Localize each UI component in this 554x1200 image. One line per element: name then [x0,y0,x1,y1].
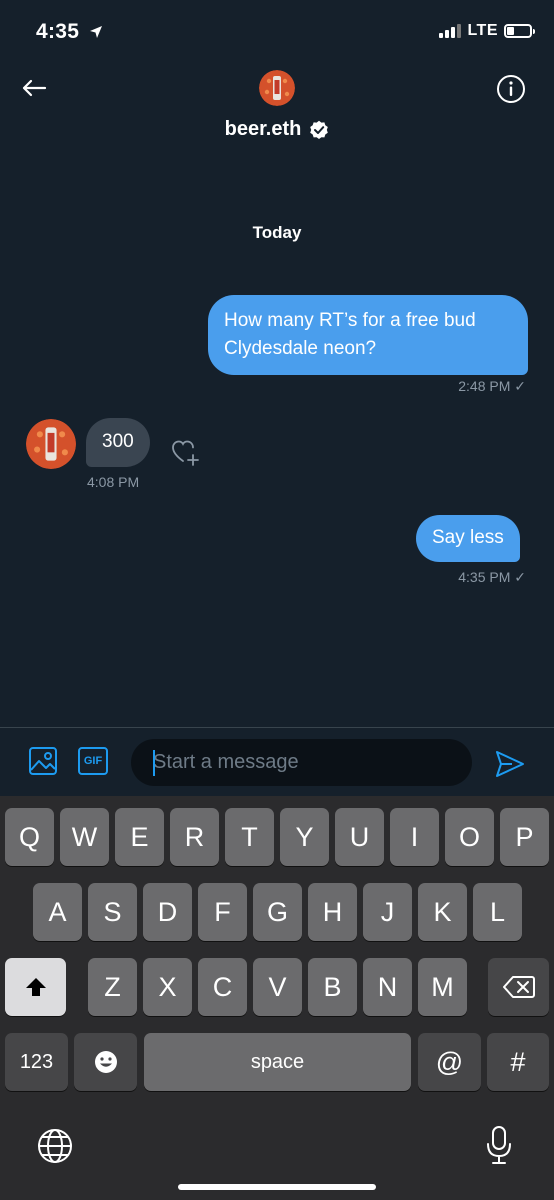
gif-button[interactable]: GIF [78,747,108,775]
battery-icon [504,24,535,38]
key-f[interactable]: F [198,883,247,941]
arrow-left-icon[interactable] [18,72,50,104]
key-i[interactable]: I [390,808,439,866]
avatar-image [259,70,295,106]
key-z[interactable]: Z [88,958,137,1016]
key-c[interactable]: C [198,958,247,1016]
emoji-key[interactable] [74,1033,137,1091]
key-j[interactable]: J [363,883,412,941]
key-q[interactable]: Q [5,808,54,866]
key-y[interactable]: Y [280,808,329,866]
message-bubble-sent[interactable]: Say less [416,515,520,562]
date-separator: Today [252,223,302,242]
heart-plus-icon[interactable] [170,435,204,469]
sender-avatar[interactable] [26,419,76,469]
key-n[interactable]: N [363,958,412,1016]
at-key[interactable]: @ [418,1033,481,1091]
key-o[interactable]: O [445,808,494,866]
key-u[interactable]: U [335,808,384,866]
key-d[interactable]: D [143,883,192,941]
conversation-title[interactable]: beer.eth [0,118,554,141]
message-bubble-received[interactable]: 300 [86,418,150,467]
backspace-icon [502,976,535,998]
numbers-key[interactable]: 123 [5,1033,68,1091]
key-m[interactable]: M [418,958,467,1016]
shift-key[interactable] [5,958,66,1016]
key-s[interactable]: S [88,883,137,941]
key-v[interactable]: V [253,958,302,1016]
key-l[interactable]: L [473,883,522,941]
network-type: LTE [467,22,498,39]
key-b[interactable]: B [308,958,357,1016]
send-icon[interactable] [494,748,526,780]
info-icon[interactable] [496,74,526,104]
image-icon[interactable] [28,746,58,776]
key-e[interactable]: E [115,808,164,866]
verified-badge-icon [310,120,329,139]
key-p[interactable]: P [500,808,549,866]
shift-icon [25,978,46,996]
message-timestamp: 4:35 PM ✓ [458,569,526,585]
location-arrow-icon [90,26,103,39]
emoji-icon [94,1051,117,1073]
display-name: beer.eth [224,118,302,140]
key-k[interactable]: K [418,883,467,941]
microphone-icon[interactable] [484,1124,514,1166]
message-input[interactable]: Start a message [131,739,472,786]
message-timestamp: 2:48 PM ✓ [458,378,526,394]
key-r[interactable]: R [170,808,219,866]
home-indicator[interactable] [178,1184,376,1190]
message-bubble-sent[interactable]: How many RT’s for a free bud Clydesdale … [208,295,528,375]
avatar-image [26,419,76,469]
key-a[interactable]: A [33,883,82,941]
status-time: 4:35 [36,20,103,44]
globe-icon[interactable] [36,1127,74,1165]
keyboard: Q W E R T Y U I O P A S D F G H J K L Z … [0,796,554,1200]
key-g[interactable]: G [253,883,302,941]
message-input-placeholder: Start a message [153,751,299,773]
key-x[interactable]: X [143,958,192,1016]
composer-divider [0,727,554,728]
message-timestamp: 4:08 PM [87,474,140,490]
avatar[interactable] [259,70,295,106]
signal-icon [439,24,462,38]
key-w[interactable]: W [60,808,109,866]
key-t[interactable]: T [225,808,274,866]
key-h[interactable]: H [308,883,357,941]
status-indicators: LTE [439,22,535,40]
hash-key[interactable]: # [487,1033,549,1091]
backspace-key[interactable] [488,958,549,1016]
space-key[interactable]: space [144,1033,411,1091]
text-caret [153,750,155,776]
